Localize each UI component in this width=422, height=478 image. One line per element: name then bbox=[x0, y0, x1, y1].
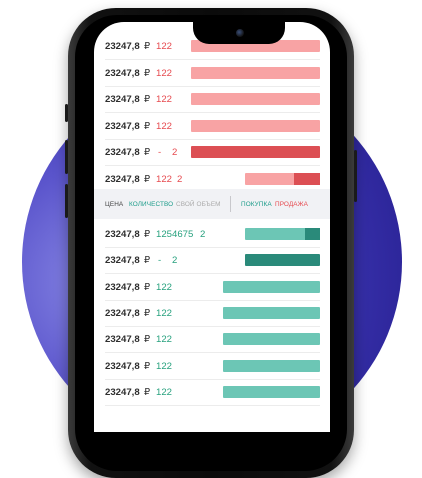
currency-symbol: ₽ bbox=[144, 386, 151, 398]
buy-volume-bar bbox=[245, 254, 320, 267]
order-volume: 1254675 bbox=[156, 229, 194, 240]
order-book-header: ЦЕНА КОЛИЧЕСТВО СВОЙ ОБЪЕМ ПОКУПКА ПРОДА… bbox=[94, 189, 330, 219]
order-volume: - bbox=[158, 147, 162, 159]
currency-symbol: ₽ bbox=[144, 41, 151, 52]
order-volume: 122 bbox=[156, 307, 173, 319]
order-volume: - bbox=[158, 255, 162, 267]
header-divider bbox=[230, 196, 231, 212]
currency-symbol: ₽ bbox=[144, 94, 151, 106]
order-book-screen: 23247,8 ₽122 23247,8 ₽122 23247,8 ₽122 23247,8… bbox=[94, 22, 330, 432]
phone-power-button bbox=[354, 150, 357, 202]
currency-symbol: ₽ bbox=[144, 67, 151, 79]
order-price: 23247,8 bbox=[105, 174, 140, 185]
buy-order-row[interactable]: 23247,8 ₽122 bbox=[105, 300, 320, 327]
order-price: 23247,8 bbox=[105, 307, 140, 319]
order-volume: 122 bbox=[156, 67, 173, 79]
buy-order-row[interactable]: 23247,8 ₽1254675 2 bbox=[105, 221, 320, 248]
phone-volume-up bbox=[65, 140, 68, 174]
order-volume: 122 bbox=[156, 334, 173, 346]
sell-order-row[interactable]: 23247,8 ₽122 bbox=[105, 86, 320, 114]
buy-order-row[interactable]: 23247,8 ₽122 bbox=[105, 274, 320, 301]
order-price: 23247,8 bbox=[105, 120, 140, 132]
order-price: 23247,8 bbox=[105, 281, 140, 293]
order-price: 23247,8 bbox=[105, 94, 140, 106]
order-volume: 122 bbox=[156, 281, 173, 293]
order-price: 23247,8 bbox=[105, 229, 140, 240]
order-volume: 122 bbox=[156, 386, 173, 398]
currency-symbol: ₽ bbox=[144, 360, 151, 372]
sell-volume-bar bbox=[245, 173, 320, 185]
order-price: 23247,8 bbox=[105, 41, 140, 52]
buy-order-row[interactable]: 23247,8 ₽122 bbox=[105, 353, 320, 380]
sell-own-volume-segment bbox=[294, 173, 320, 185]
sell-volume-bar bbox=[191, 66, 320, 79]
order-price: 23247,8 bbox=[105, 147, 140, 159]
currency-symbol: ₽ bbox=[144, 174, 151, 185]
phone-volume-down bbox=[65, 184, 68, 218]
order-count: 2 bbox=[200, 229, 206, 240]
phone-mute-switch bbox=[65, 104, 68, 122]
order-price: 23247,8 bbox=[105, 386, 140, 398]
currency-symbol: ₽ bbox=[144, 334, 151, 346]
buy-order-row[interactable]: 23247,8 ₽122 bbox=[105, 326, 320, 354]
order-volume: 122 bbox=[156, 120, 173, 132]
order-volume: 122 bbox=[156, 41, 173, 52]
currency-symbol: ₽ bbox=[144, 307, 151, 319]
buy-volume-bar bbox=[245, 228, 320, 240]
order-volume: 122 bbox=[156, 94, 173, 106]
currency-symbol: ₽ bbox=[144, 255, 151, 267]
buy-own-volume-segment bbox=[305, 228, 320, 240]
sell-volume-bar bbox=[191, 93, 320, 106]
sell-order-row[interactable]: 23247,8 ₽ -2 bbox=[105, 139, 320, 167]
buy-volume-bar bbox=[223, 280, 320, 293]
buy-order-row[interactable]: 23247,8 ₽122 bbox=[105, 379, 320, 406]
currency-symbol: ₽ bbox=[144, 147, 151, 159]
order-price: 23247,8 bbox=[105, 67, 140, 79]
buy-volume-bar bbox=[223, 306, 320, 319]
buy-volume-bar bbox=[223, 385, 320, 398]
buy-volume-bar bbox=[223, 359, 320, 372]
sell-volume-bar bbox=[191, 146, 320, 159]
tab-own-volume[interactable]: СВОЙ ОБЪЕМ bbox=[176, 201, 221, 208]
buy-label[interactable]: ПОКУПКА bbox=[241, 201, 272, 208]
currency-symbol: ₽ bbox=[144, 281, 151, 293]
order-count: 2 bbox=[177, 174, 183, 185]
sell-order-row[interactable]: 23247,8 ₽122 bbox=[105, 60, 320, 87]
order-volume: 122 bbox=[156, 174, 173, 185]
currency-symbol: ₽ bbox=[144, 229, 151, 240]
order-count: 2 bbox=[172, 147, 178, 159]
sell-order-row[interactable]: 23247,8 ₽122 bbox=[105, 113, 320, 140]
buy-order-row[interactable]: 23247,8 ₽ -2 bbox=[105, 247, 320, 275]
order-price: 23247,8 bbox=[105, 255, 140, 267]
camera-icon bbox=[236, 29, 244, 37]
column-price-label: ЦЕНА bbox=[105, 201, 124, 208]
sell-volume-bar bbox=[191, 119, 320, 132]
buy-volume-bar bbox=[223, 333, 320, 346]
order-price: 23247,8 bbox=[105, 334, 140, 346]
order-count: 2 bbox=[172, 255, 178, 267]
tab-quantity[interactable]: КОЛИЧЕСТВО bbox=[129, 201, 173, 208]
order-volume: 122 bbox=[156, 360, 173, 372]
order-price: 23247,8 bbox=[105, 360, 140, 372]
currency-symbol: ₽ bbox=[144, 120, 151, 132]
sell-label[interactable]: ПРОДАЖА bbox=[275, 201, 308, 208]
